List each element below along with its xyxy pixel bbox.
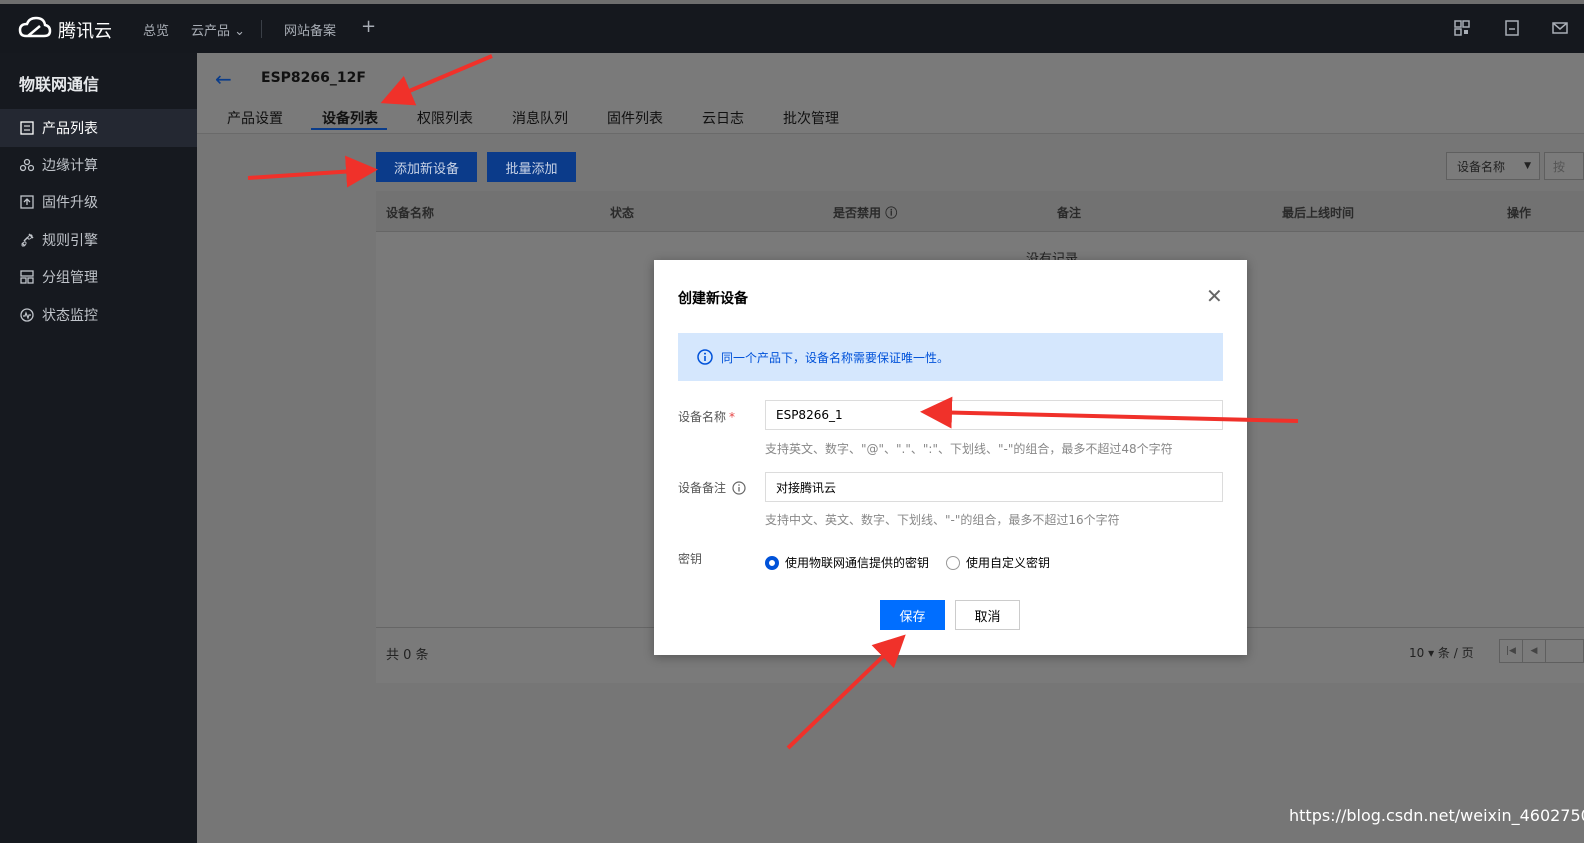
radio-custom-key[interactable]: 使用自定义密钥 — [946, 554, 1050, 571]
sidebar-item-group-management[interactable]: 分组管理 — [0, 258, 197, 296]
product-header: ← ESP8266_12F 产品设置 设备列表 权限列表 消息队列 固件列表 云… — [197, 53, 1584, 134]
nav-filing[interactable]: 网站备案 — [284, 20, 336, 39]
search-field-select[interactable]: 设备名称 ▼ — [1446, 152, 1540, 180]
device-name-hint: 支持英文、数字、"@"、"."、":"、下划线、"-"的组合，最多不超过48个字… — [765, 442, 1173, 456]
radio-label: 使用自定义密钥 — [966, 556, 1051, 570]
sidebar-item-label: 边缘计算 — [42, 158, 98, 174]
first-page-icon[interactable]: |◀ — [1499, 639, 1523, 663]
device-remark-label-text: 设备备注 — [678, 481, 727, 495]
page-title: ESP8266_12F — [261, 70, 366, 86]
search-field-label: 设备名称 — [1457, 159, 1506, 174]
sidebar-item-rule-engine[interactable]: 规则引擎 — [0, 221, 197, 259]
document-icon[interactable] — [1504, 20, 1520, 40]
page-size-select[interactable]: 10 ▾ 条 / 页 — [1409, 644, 1474, 661]
key-label: 密钥 — [678, 552, 703, 566]
tab-device-list[interactable]: 设备列表 — [322, 108, 378, 128]
tab-permission-list[interactable]: 权限列表 — [417, 108, 473, 128]
top-bar: 腾讯云 总览 云产品 ⌄ 网站备案 + — [0, 4, 1584, 53]
caret-down-icon: ▼ — [1524, 161, 1531, 171]
info-notice: 同一个产品下，设备名称需要保证唯一性。 — [678, 333, 1223, 381]
cancel-button[interactable]: 取消 — [955, 600, 1020, 630]
search-input[interactable]: 按 — [1544, 152, 1584, 180]
sidebar: 物联网通信 产品列表 边缘计算 固件升级 规则引擎 分组管理 状态监控 — [0, 53, 197, 843]
mail-icon[interactable] — [1552, 20, 1568, 40]
column-header: 操作 — [1507, 206, 1532, 220]
tab-firmware-list[interactable]: 固件列表 — [607, 108, 663, 128]
notice-text: 同一个产品下，设备名称需要保证唯一性。 — [721, 350, 950, 365]
device-remark-hint: 支持中文、英文、数字、下划线、"-"的组合，最多不超过16个字符 — [765, 513, 1120, 527]
radio-unchecked-icon — [946, 555, 960, 570]
device-remark-input[interactable] — [765, 472, 1223, 502]
sidebar-item-label: 规则引擎 — [42, 233, 98, 249]
batch-add-button[interactable]: 批量添加 — [487, 152, 576, 182]
tab-cloud-log[interactable]: 云日志 — [702, 108, 744, 128]
close-icon[interactable]: ✕ — [1206, 286, 1223, 306]
upgrade-icon — [19, 194, 35, 210]
edge-icon — [19, 157, 35, 173]
nav-products[interactable]: 云产品 ⌄ — [191, 20, 245, 39]
total-count: 共 0 条 — [386, 648, 429, 663]
create-device-dialog: 创建新设备 ✕ 同一个产品下，设备名称需要保证唯一性。 设备名称* 支持英文、数… — [654, 260, 1247, 655]
add-device-button[interactable]: 添加新设备 — [376, 152, 477, 182]
sidebar-item-status-monitor[interactable]: 状态监控 — [0, 296, 197, 334]
nav-overview[interactable]: 总览 — [143, 20, 169, 39]
sidebar-item-label: 状态监控 — [42, 308, 98, 324]
sidebar-item-label: 分组管理 — [42, 270, 98, 286]
page-number-box[interactable] — [1545, 639, 1584, 663]
radio-platform-key[interactable]: 使用物联网通信提供的密钥 — [765, 554, 929, 571]
sidebar-title: 物联网通信 — [19, 75, 100, 94]
info-icon[interactable] — [732, 480, 746, 495]
dialog-title: 创建新设备 — [678, 291, 748, 307]
list-icon — [19, 120, 35, 136]
tab-batch-management[interactable]: 批次管理 — [783, 108, 839, 128]
tab-message-queue[interactable]: 消息队列 — [512, 108, 568, 128]
info-icon[interactable]: ⓘ — [885, 206, 897, 220]
radio-label: 使用物联网通信提供的密钥 — [785, 556, 930, 570]
brand-logo[interactable]: 腾讯云 — [18, 16, 112, 44]
column-header: 状态 — [610, 206, 635, 220]
required-mark: * — [729, 409, 736, 424]
column-header: 是否禁用 ⓘ — [833, 204, 897, 221]
device-remark-label: 设备备注 — [678, 479, 746, 496]
prev-page-icon[interactable]: ◀ — [1522, 639, 1546, 663]
nav-products-label: 云产品 — [191, 24, 231, 39]
watermark: https://blog.csdn.net/weixin_46027505 — [1289, 806, 1584, 825]
tab-product-settings[interactable]: 产品设置 — [227, 108, 283, 128]
device-name-label: 设备名称 * — [678, 408, 735, 425]
chevron-down-icon: ⌄ — [234, 24, 246, 39]
table-header: 设备名称 状态 是否禁用 ⓘ 备注 最后上线时间 操作 — [376, 191, 1584, 232]
group-icon — [19, 269, 35, 285]
device-name-label-text: 设备名称 — [678, 410, 727, 424]
device-name-input[interactable] — [765, 400, 1223, 430]
sidebar-item-label: 产品列表 — [42, 121, 98, 137]
nav-divider — [261, 20, 262, 38]
sidebar-item-edge-computing[interactable]: 边缘计算 — [0, 146, 197, 184]
active-tab-indicator — [311, 128, 387, 130]
column-header-label: 是否禁用 — [833, 206, 882, 220]
sidebar-item-product-list[interactable]: 产品列表 — [0, 109, 197, 147]
cloud-logo-icon — [18, 16, 52, 44]
info-icon — [697, 349, 713, 365]
back-arrow-icon[interactable]: ← — [215, 67, 232, 91]
column-header: 备注 — [1057, 206, 1082, 220]
sidebar-item-firmware-upgrade[interactable]: 固件升级 — [0, 183, 197, 221]
radio-checked-icon — [765, 555, 779, 570]
brand-name: 腾讯云 — [58, 21, 112, 42]
qrcode-icon[interactable] — [1454, 20, 1470, 40]
monitor-icon — [19, 307, 35, 323]
column-header: 最后上线时间 — [1282, 206, 1355, 220]
link-icon — [19, 232, 35, 248]
column-header: 设备名称 — [386, 206, 435, 220]
save-button[interactable]: 保存 — [880, 600, 945, 630]
search-input-placeholder: 按 — [1553, 159, 1566, 174]
sidebar-item-label: 固件升级 — [42, 195, 98, 211]
add-shortcut-icon[interactable]: + — [361, 16, 376, 37]
